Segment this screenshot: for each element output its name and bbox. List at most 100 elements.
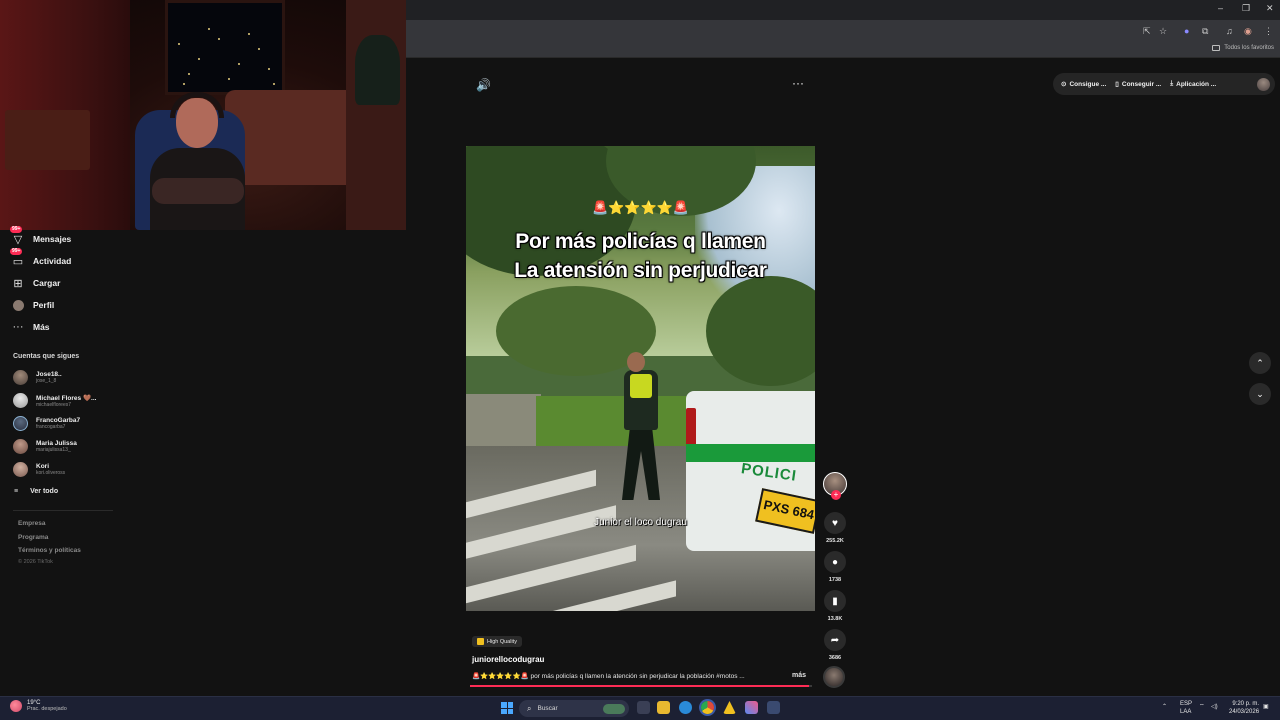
desktop-app-button[interactable]: ⤓ Aplicación ... xyxy=(1170,80,1216,88)
search-highlight-icon xyxy=(603,703,625,714)
install-icon[interactable]: ⇱ xyxy=(1143,26,1151,37)
send-app-icon[interactable] xyxy=(767,701,780,714)
footer-link-company[interactable]: Empresa xyxy=(18,520,45,527)
quality-icon xyxy=(477,638,484,645)
author-avatar[interactable]: + xyxy=(823,472,847,500)
file-explorer-icon[interactable] xyxy=(657,701,670,714)
bookmark-icon[interactable]: ▮ xyxy=(824,590,846,612)
quality-label: High Quality xyxy=(487,638,517,645)
webcam-person-arms xyxy=(152,178,244,204)
following-handle: mariajulissa13_ xyxy=(36,447,71,453)
puzzle-icon[interactable]: ⧉ xyxy=(1202,26,1208,37)
following-item[interactable]: Maria Julissa mariajulissa13_ xyxy=(13,439,77,454)
all-bookmarks-label: Todos los favoritos xyxy=(1224,45,1274,51)
previous-video-button[interactable]: ⌃ xyxy=(1249,352,1271,374)
description-more-link[interactable]: más xyxy=(792,672,806,679)
all-bookmarks-button[interactable]: Todos los favoritos xyxy=(1212,45,1274,51)
avatar xyxy=(13,462,28,477)
more-options-icon[interactable]: ··· xyxy=(792,76,804,90)
sidebar-item-upload[interactable]: ⊞ Cargar xyxy=(12,273,60,293)
video-truck-stripe xyxy=(686,444,815,462)
media-icon[interactable]: ♫ xyxy=(1226,26,1233,36)
weather-icon xyxy=(10,700,22,712)
get-coins-label: Consigue ... xyxy=(1069,80,1107,88)
messages-badge: 99+ xyxy=(10,226,23,233)
webcam-plant xyxy=(355,35,400,105)
following-item[interactable]: Michael Flores 🤎... michaelflorees7 xyxy=(13,393,96,408)
windows-taskbar: 19°C Prac. despejado ⌕ Buscar ⌃ ESP LAA ⌔… xyxy=(0,696,1280,720)
comment-icon[interactable]: ● xyxy=(824,551,846,573)
sidebar-item-profile[interactable]: Perfil xyxy=(12,295,54,315)
weather-widget[interactable]: 19°C Prac. despejado xyxy=(10,700,67,712)
post-description: 🚨⭐⭐⭐⭐⭐🚨 por más policías q llamen la ate… xyxy=(472,673,745,680)
avatar xyxy=(13,439,28,454)
extension-icon[interactable]: ● xyxy=(1184,26,1189,36)
video-player[interactable]: POLICI PXS 684 🚨⭐⭐⭐⭐🚨 Por más policías q… xyxy=(466,146,815,611)
post-username[interactable]: juniorellocodugrau xyxy=(472,655,544,664)
weather-desc: Prac. despejado xyxy=(27,706,67,712)
like-count: 255.2K xyxy=(826,538,844,544)
see-all-button[interactable]: ≡ Ver todo xyxy=(14,488,58,495)
taskbar-search-label: Buscar xyxy=(537,705,558,712)
save-count: 13.8K xyxy=(827,616,843,622)
following-title: Cuentas que sigues xyxy=(13,353,80,360)
restore-icon[interactable]: ❐ xyxy=(1242,3,1250,14)
bookmarks-bar: Todos los favoritos xyxy=(406,42,1280,58)
follow-plus-icon[interactable]: + xyxy=(831,490,841,500)
profile-icon[interactable]: ◉ xyxy=(1244,26,1252,37)
video-progress-bar[interactable] xyxy=(470,685,812,687)
next-video-button[interactable]: ⌄ xyxy=(1249,383,1271,405)
music-disc[interactable] xyxy=(823,666,845,688)
get-coins-button[interactable]: ⊙ Consigue ... xyxy=(1061,80,1107,89)
share-icon[interactable]: ➦ xyxy=(824,629,846,651)
sidebar-item-activity[interactable]: ▭ 99+ Actividad xyxy=(10,248,71,271)
volume-tray-icon[interactable]: ◁) xyxy=(1211,703,1218,711)
video-emoji-caption: 🚨⭐⭐⭐⭐🚨 xyxy=(591,200,690,215)
taskbar-search[interactable]: ⌕ Buscar xyxy=(519,700,629,717)
author-avatar-button[interactable]: + xyxy=(822,472,848,500)
comment-count: 1738 xyxy=(828,577,842,583)
footer-link-program[interactable]: Programa xyxy=(18,534,48,541)
minimize-icon[interactable]: – xyxy=(1218,3,1223,13)
footer-link-terms[interactable]: Términos y políticas xyxy=(18,547,81,554)
save-action: ▮ 13.8K xyxy=(822,590,848,622)
edge-icon[interactable] xyxy=(679,701,692,714)
header-actions: ⊙ Consigue ... ▯ Conseguir ... ⤓ Aplicación… xyxy=(1053,73,1275,95)
address-bar[interactable]: ⇱ ☆ ● ⧉ ♫ ◉ ⋮ xyxy=(406,20,1280,42)
get-app-button[interactable]: ▯ Conseguir ... xyxy=(1115,80,1161,89)
like-action: ♥ 255.2K xyxy=(822,512,848,544)
close-icon[interactable]: ✕ xyxy=(1266,3,1274,14)
language-indicator[interactable]: ESP LAA xyxy=(1180,700,1192,716)
folder-icon xyxy=(1212,45,1221,51)
see-all-label: Ver todo xyxy=(30,488,59,495)
following-name: Kori xyxy=(36,463,49,470)
following-handle: francogarba7 xyxy=(36,424,66,430)
following-handle: michaelflorees7 xyxy=(36,401,72,408)
following-item[interactable]: Kori kori.oliveross xyxy=(13,462,65,477)
chrome-icon[interactable] xyxy=(701,701,714,714)
user-avatar[interactable] xyxy=(1257,77,1270,91)
video-subtitle: Junior el loco dugrau xyxy=(594,517,687,528)
following-item[interactable]: FrancoGarba7 francogarba7 xyxy=(13,416,80,431)
following-item[interactable]: Jose18.. jose_1_8 xyxy=(13,370,62,385)
start-button[interactable] xyxy=(501,702,513,714)
send-icon: ▽ 99+ xyxy=(10,226,23,246)
volume-icon[interactable]: 🔊 xyxy=(476,78,491,92)
tray-chevron-icon[interactable]: ⌃ xyxy=(1162,703,1167,711)
comment-action: ● 1738 xyxy=(822,551,848,583)
heart-icon[interactable]: ♥ xyxy=(824,512,846,534)
task-view-icon[interactable] xyxy=(637,701,650,714)
wifi-icon[interactable]: ⌔ xyxy=(1199,703,1205,711)
warning-app-icon[interactable] xyxy=(723,701,736,714)
following-name: Michael Flores 🤎... xyxy=(36,394,97,402)
clock[interactable]: 9:20 p. m. 24/03/2026 xyxy=(1229,700,1259,716)
sidebar-item-messages[interactable]: ▽ 99+ Mensajes xyxy=(10,226,71,249)
notification-icon[interactable]: ▣ xyxy=(1263,703,1269,711)
app-icon[interactable] xyxy=(745,701,758,714)
share-action: ➦ 3686 xyxy=(822,629,848,661)
download-icon: ⤓ xyxy=(1170,80,1174,87)
sidebar-item-more[interactable]: ··· Más xyxy=(12,317,50,337)
menu-icon[interactable]: ⋮ xyxy=(1264,26,1273,37)
star-icon[interactable]: ☆ xyxy=(1159,26,1167,37)
avatar xyxy=(13,370,28,385)
